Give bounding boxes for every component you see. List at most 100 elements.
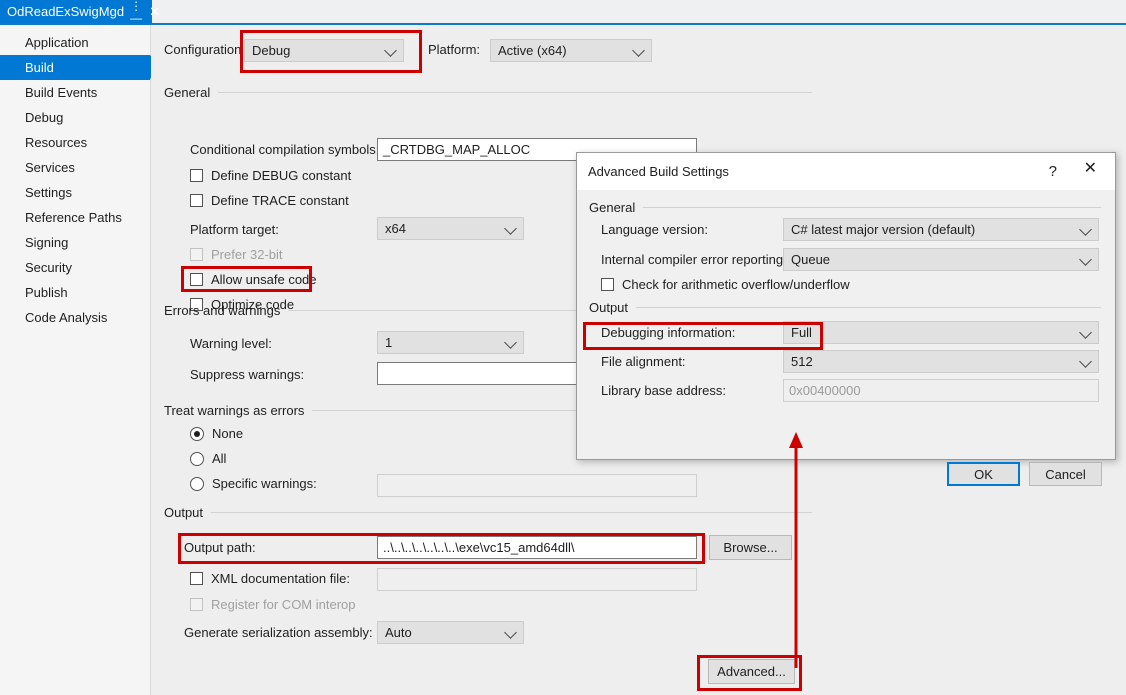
checkbox-icon <box>190 194 203 207</box>
chevron-down-icon <box>1079 355 1092 368</box>
allow-unsafe-checkbox[interactable]: Allow unsafe code <box>190 272 317 287</box>
platform-target-value: x64 <box>385 221 406 236</box>
internal-compiler-error-label: Internal compiler error reporting: <box>601 252 787 267</box>
sidebar-item-debug[interactable]: Debug <box>0 105 150 130</box>
chevron-down-icon <box>632 44 645 57</box>
browse-button[interactable]: Browse... <box>709 535 792 560</box>
sidebar-item-label: Security <box>25 260 72 275</box>
sidebar-item-label: Code Analysis <box>25 310 107 325</box>
register-com-checkbox: Register for COM interop <box>190 597 356 612</box>
sidebar-item-build[interactable]: Build <box>0 55 150 80</box>
question-mark-icon[interactable]: ? <box>1049 163 1057 180</box>
sidebar-item-build-events[interactable]: Build Events <box>0 80 150 105</box>
ok-button-label: OK <box>974 467 993 482</box>
sidebar-item-label: Application <box>25 35 89 50</box>
advanced-button-label: Advanced... <box>717 664 786 679</box>
library-base-address-value: 0x00400000 <box>789 383 861 398</box>
serialization-select[interactable]: Auto <box>377 621 524 644</box>
platform-value: Active (x64) <box>498 43 567 58</box>
checkbox-icon <box>601 278 614 291</box>
file-alignment-label: File alignment: <box>601 354 686 369</box>
internal-compiler-error-value: Queue <box>791 252 830 267</box>
warning-level-select[interactable]: 1 <box>377 331 524 354</box>
suppress-warnings-label: Suppress warnings: <box>190 367 304 382</box>
conditional-symbols-value: _CRTDBG_MAP_ALLOC <box>383 142 530 157</box>
close-icon[interactable]: ✕ <box>149 5 160 18</box>
sidebar-item-label: Publish <box>25 285 68 300</box>
ok-button[interactable]: OK <box>947 462 1020 486</box>
dialog-title-bar: Advanced Build Settings ? ✕ <box>577 153 1115 190</box>
checkbox-icon <box>190 572 203 585</box>
prefer-32bit-checkbox: Prefer 32-bit <box>190 247 283 262</box>
sidebar-item-settings[interactable]: Settings <box>0 180 150 205</box>
chevron-down-icon <box>504 626 517 639</box>
radio-specific-warnings[interactable]: Specific warnings: <box>190 476 317 491</box>
serialization-value: Auto <box>385 625 412 640</box>
sidebar-item-security[interactable]: Security <box>0 255 150 280</box>
platform-target-select[interactable]: x64 <box>377 217 524 240</box>
advanced-build-settings-dialog: Advanced Build Settings ? ✕ General Lang… <box>576 152 1116 460</box>
checkbox-icon <box>190 273 203 286</box>
configuration-select[interactable]: Debug <box>244 39 404 62</box>
sidebar-item-application[interactable]: Application <box>0 30 150 55</box>
define-trace-checkbox[interactable]: Define TRACE constant <box>190 193 349 208</box>
sidebar-item-label: Build <box>25 60 54 75</box>
debugging-information-select[interactable]: Full <box>783 321 1099 344</box>
output-path-value: ..\..\..\..\..\..\..\exe\vc15_amd64dll\ <box>383 540 574 555</box>
internal-compiler-error-select[interactable]: Queue <box>783 248 1099 271</box>
specific-warnings-input[interactable] <box>377 474 697 497</box>
sidebar-item-label: Resources <box>25 135 87 150</box>
chevron-down-icon <box>504 222 517 235</box>
chevron-down-icon <box>384 44 397 57</box>
ghost-text <box>160 6 164 18</box>
sidebar-item-label: Settings <box>25 185 72 200</box>
output-path-input[interactable]: ..\..\..\..\..\..\..\exe\vc15_amd64dll\ <box>377 536 697 559</box>
dialog-output-group-header: Output <box>589 300 1101 315</box>
xml-documentation-checkbox[interactable]: XML documentation file: <box>190 571 350 586</box>
debugging-information-value: Full <box>791 325 812 340</box>
platform-target-label: Platform target: <box>190 222 279 237</box>
dialog-title: Advanced Build Settings <box>588 164 729 179</box>
document-tab-label: OdReadExSwigMgd <box>7 4 124 19</box>
chevron-down-icon <box>1079 253 1092 266</box>
radio-all[interactable]: All <box>190 451 226 466</box>
sidebar-item-label: Services <box>25 160 75 175</box>
chevron-down-icon <box>504 336 517 349</box>
radio-icon <box>190 452 204 466</box>
language-version-select[interactable]: C# latest major version (default) <box>783 218 1099 241</box>
tab-strip: OdReadExSwigMgd ⋮— ✕ <box>0 0 1126 25</box>
debugging-information-label: Debugging information: <box>601 325 735 340</box>
cancel-button[interactable]: Cancel <box>1029 462 1102 486</box>
checkbox-icon <box>190 169 203 182</box>
warning-level-value: 1 <box>385 335 392 350</box>
sidebar-item-code-analysis[interactable]: Code Analysis <box>0 305 150 330</box>
sidebar-item-label: Reference Paths <box>25 210 122 225</box>
platform-label: Platform: <box>428 42 480 57</box>
sidebar-item-reference-paths[interactable]: Reference Paths <box>0 205 150 230</box>
arithmetic-overflow-checkbox[interactable]: Check for arithmetic overflow/underflow <box>601 277 850 292</box>
close-icon[interactable]: ✕ <box>1084 161 1097 177</box>
file-alignment-select[interactable]: 512 <box>783 350 1099 373</box>
language-version-label: Language version: <box>601 222 708 237</box>
define-debug-checkbox[interactable]: Define DEBUG constant <box>190 168 351 183</box>
library-base-address-input[interactable]: 0x00400000 <box>783 379 1099 402</box>
sidebar-item-publish[interactable]: Publish <box>0 280 150 305</box>
pin-icon[interactable]: ⋮— <box>130 0 142 24</box>
xml-documentation-input[interactable] <box>377 568 697 591</box>
checkbox-icon <box>190 248 203 261</box>
sidebar-item-label: Debug <box>25 110 63 125</box>
sidebar-item-signing[interactable]: Signing <box>0 230 150 255</box>
dialog-general-group-header: General <box>589 200 1101 215</box>
advanced-button[interactable]: Advanced... <box>708 659 795 684</box>
platform-select[interactable]: Active (x64) <box>490 39 652 62</box>
chevron-down-icon <box>1079 223 1092 236</box>
document-tab[interactable]: OdReadExSwigMgd ⋮— ✕ <box>0 0 152 23</box>
settings-sidebar: Application Build Build Events Debug Res… <box>0 25 151 695</box>
sidebar-item-services[interactable]: Services <box>0 155 150 180</box>
sidebar-item-resources[interactable]: Resources <box>0 130 150 155</box>
cancel-button-label: Cancel <box>1045 467 1085 482</box>
radio-none[interactable]: None <box>190 426 243 441</box>
output-group-header: Output <box>164 505 812 520</box>
configuration-value: Debug <box>252 43 290 58</box>
general-group-header: General <box>164 85 812 100</box>
